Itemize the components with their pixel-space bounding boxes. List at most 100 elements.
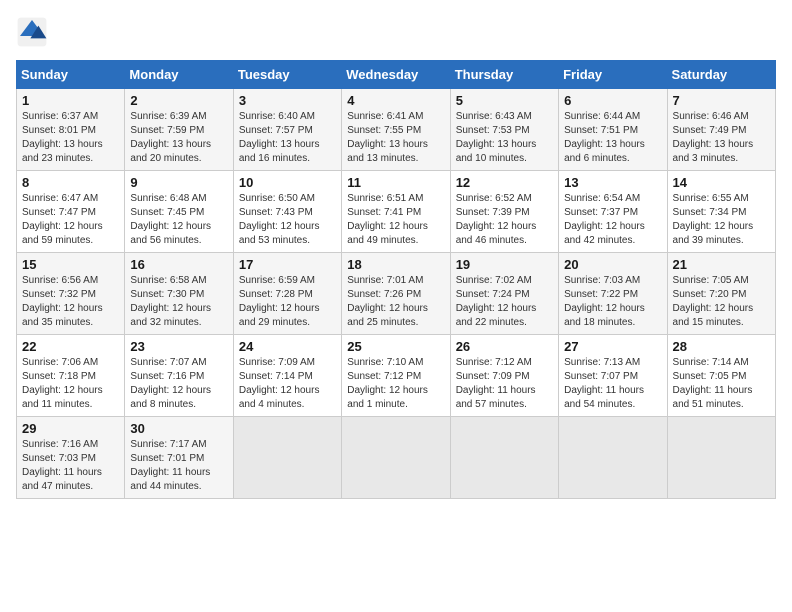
calendar-cell: 12 Sunrise: 6:52 AM Sunset: 7:39 PM Dayli… (450, 171, 558, 253)
cell-info: Sunrise: 7:03 AM Sunset: 7:22 PM Dayligh… (564, 274, 661, 330)
cell-info: Sunrise: 7:06 AM Sunset: 7:18 PM Dayligh… (22, 356, 119, 412)
cell-info: Sunrise: 6:50 AM Sunset: 7:43 PM Dayligh… (239, 192, 336, 248)
cell-info: Sunrise: 7:17 AM Sunset: 7:01 PM Dayligh… (130, 438, 227, 494)
calendar-cell: 5 Sunrise: 6:43 AM Sunset: 7:53 PM Daylig… (450, 89, 558, 171)
day-number: 21 (673, 257, 770, 272)
calendar-cell (450, 417, 558, 499)
calendar-cell: 7 Sunrise: 6:46 AM Sunset: 7:49 PM Daylig… (667, 89, 775, 171)
calendar-week-row: 8 Sunrise: 6:47 AM Sunset: 7:47 PM Daylig… (17, 171, 776, 253)
cell-info: Sunrise: 7:12 AM Sunset: 7:09 PM Dayligh… (456, 356, 553, 412)
day-number: 15 (22, 257, 119, 272)
calendar-cell: 1 Sunrise: 6:37 AM Sunset: 8:01 PM Daylig… (17, 89, 125, 171)
day-number: 18 (347, 257, 444, 272)
calendar-cell: 24 Sunrise: 7:09 AM Sunset: 7:14 PM Dayli… (233, 335, 341, 417)
calendar-header-row: SundayMondayTuesdayWednesdayThursdayFrid… (17, 61, 776, 89)
calendar-cell: 4Sunrise: 6:41 AM Sunset: 7:55 PM Daylig… (342, 89, 450, 171)
day-number: 5 (456, 93, 553, 108)
cell-info: Sunrise: 6:58 AM Sunset: 7:30 PM Dayligh… (130, 274, 227, 330)
day-number: 26 (456, 339, 553, 354)
day-number: 24 (239, 339, 336, 354)
cell-info: Sunrise: 6:59 AM Sunset: 7:28 PM Dayligh… (239, 274, 336, 330)
logo-icon (16, 16, 48, 48)
cell-info: Sunrise: 7:10 AM Sunset: 7:12 PM Dayligh… (347, 356, 444, 412)
calendar-cell: 16 Sunrise: 6:58 AM Sunset: 7:30 PM Dayli… (125, 253, 233, 335)
calendar-cell: 3 Sunrise: 6:40 AM Sunset: 7:57 PM Daylig… (233, 89, 341, 171)
calendar-cell: 9Sunrise: 6:48 AM Sunset: 7:45 PM Daylig… (125, 171, 233, 253)
cell-info: Sunrise: 7:07 AM Sunset: 7:16 PM Dayligh… (130, 356, 227, 412)
calendar-week-row: 1 Sunrise: 6:37 AM Sunset: 8:01 PM Daylig… (17, 89, 776, 171)
calendar-cell: 19 Sunrise: 7:02 AM Sunset: 7:24 PM Dayli… (450, 253, 558, 335)
cell-info: Sunrise: 7:05 AM Sunset: 7:20 PM Dayligh… (673, 274, 770, 330)
day-header-wednesday: Wednesday (342, 61, 450, 89)
day-number: 28 (673, 339, 770, 354)
cell-info: Sunrise: 6:56 AM Sunset: 7:32 PM Dayligh… (22, 274, 119, 330)
calendar-cell: 28 Sunrise: 7:14 AM Sunset: 7:05 PM Dayli… (667, 335, 775, 417)
calendar-cell: 10Sunrise: 6:50 AM Sunset: 7:43 PM Dayli… (233, 171, 341, 253)
cell-info: Sunrise: 6:37 AM Sunset: 8:01 PM Dayligh… (22, 110, 119, 166)
cell-info: Sunrise: 6:40 AM Sunset: 7:57 PM Dayligh… (239, 110, 336, 166)
day-header-tuesday: Tuesday (233, 61, 341, 89)
day-number: 20 (564, 257, 661, 272)
cell-info: Sunrise: 6:47 AM Sunset: 7:47 PM Dayligh… (22, 192, 119, 248)
day-number: 30 (130, 421, 227, 436)
cell-info: Sunrise: 6:48 AM Sunset: 7:45 PM Dayligh… (130, 192, 227, 248)
calendar-cell: 2Sunrise: 6:39 AM Sunset: 7:59 PM Daylig… (125, 89, 233, 171)
logo (16, 16, 54, 48)
cell-info: Sunrise: 6:46 AM Sunset: 7:49 PM Dayligh… (673, 110, 770, 166)
cell-info: Sunrise: 7:01 AM Sunset: 7:26 PM Dayligh… (347, 274, 444, 330)
day-number: 11 (347, 175, 444, 190)
cell-info: Sunrise: 6:51 AM Sunset: 7:41 PM Dayligh… (347, 192, 444, 248)
cell-info: Sunrise: 6:43 AM Sunset: 7:53 PM Dayligh… (456, 110, 553, 166)
day-number: 14 (673, 175, 770, 190)
cell-info: Sunrise: 6:55 AM Sunset: 7:34 PM Dayligh… (673, 192, 770, 248)
day-number: 8 (22, 175, 119, 190)
calendar-cell: 14 Sunrise: 6:55 AM Sunset: 7:34 PM Dayli… (667, 171, 775, 253)
day-header-monday: Monday (125, 61, 233, 89)
day-header-friday: Friday (559, 61, 667, 89)
cell-info: Sunrise: 6:52 AM Sunset: 7:39 PM Dayligh… (456, 192, 553, 248)
day-number: 17 (239, 257, 336, 272)
calendar-cell: 26 Sunrise: 7:12 AM Sunset: 7:09 PM Dayli… (450, 335, 558, 417)
calendar-cell: 20 Sunrise: 7:03 AM Sunset: 7:22 PM Dayli… (559, 253, 667, 335)
calendar-cell: 29 Sunrise: 7:16 AM Sunset: 7:03 PM Dayli… (17, 417, 125, 499)
day-header-saturday: Saturday (667, 61, 775, 89)
calendar-cell: 18 Sunrise: 7:01 AM Sunset: 7:26 PM Dayli… (342, 253, 450, 335)
calendar-cell: 13 Sunrise: 6:54 AM Sunset: 7:37 PM Dayli… (559, 171, 667, 253)
day-number: 1 (22, 93, 119, 108)
calendar-table: SundayMondayTuesdayWednesdayThursdayFrid… (16, 60, 776, 499)
cell-info: Sunrise: 6:54 AM Sunset: 7:37 PM Dayligh… (564, 192, 661, 248)
day-number: 7 (673, 93, 770, 108)
day-number: 27 (564, 339, 661, 354)
day-number: 22 (22, 339, 119, 354)
calendar-cell: 25 Sunrise: 7:10 AM Sunset: 7:12 PM Dayli… (342, 335, 450, 417)
calendar-week-row: 15 Sunrise: 6:56 AM Sunset: 7:32 PM Dayli… (17, 253, 776, 335)
calendar-cell: 15 Sunrise: 6:56 AM Sunset: 7:32 PM Dayli… (17, 253, 125, 335)
day-number: 23 (130, 339, 227, 354)
cell-info: Sunrise: 7:14 AM Sunset: 7:05 PM Dayligh… (673, 356, 770, 412)
day-number: 13 (564, 175, 661, 190)
calendar-cell (559, 417, 667, 499)
day-number: 16 (130, 257, 227, 272)
cell-info: Sunrise: 7:09 AM Sunset: 7:14 PM Dayligh… (239, 356, 336, 412)
cell-info: Sunrise: 7:02 AM Sunset: 7:24 PM Dayligh… (456, 274, 553, 330)
calendar-cell: 8 Sunrise: 6:47 AM Sunset: 7:47 PM Daylig… (17, 171, 125, 253)
cell-info: Sunrise: 6:41 AM Sunset: 7:55 PM Dayligh… (347, 110, 444, 166)
cell-info: Sunrise: 7:13 AM Sunset: 7:07 PM Dayligh… (564, 356, 661, 412)
day-number: 25 (347, 339, 444, 354)
day-number: 6 (564, 93, 661, 108)
calendar-week-row: 29 Sunrise: 7:16 AM Sunset: 7:03 PM Dayli… (17, 417, 776, 499)
page-header (16, 16, 776, 48)
calendar-cell: 27 Sunrise: 7:13 AM Sunset: 7:07 PM Dayli… (559, 335, 667, 417)
calendar-cell: 6 Sunrise: 6:44 AM Sunset: 7:51 PM Daylig… (559, 89, 667, 171)
calendar-cell: 22 Sunrise: 7:06 AM Sunset: 7:18 PM Dayli… (17, 335, 125, 417)
day-header-thursday: Thursday (450, 61, 558, 89)
day-number: 12 (456, 175, 553, 190)
day-number: 29 (22, 421, 119, 436)
calendar-cell: 30 Sunrise: 7:17 AM Sunset: 7:01 PM Dayli… (125, 417, 233, 499)
day-number: 3 (239, 93, 336, 108)
calendar-cell (667, 417, 775, 499)
cell-info: Sunrise: 6:44 AM Sunset: 7:51 PM Dayligh… (564, 110, 661, 166)
cell-info: Sunrise: 7:16 AM Sunset: 7:03 PM Dayligh… (22, 438, 119, 494)
day-header-sunday: Sunday (17, 61, 125, 89)
day-number: 19 (456, 257, 553, 272)
